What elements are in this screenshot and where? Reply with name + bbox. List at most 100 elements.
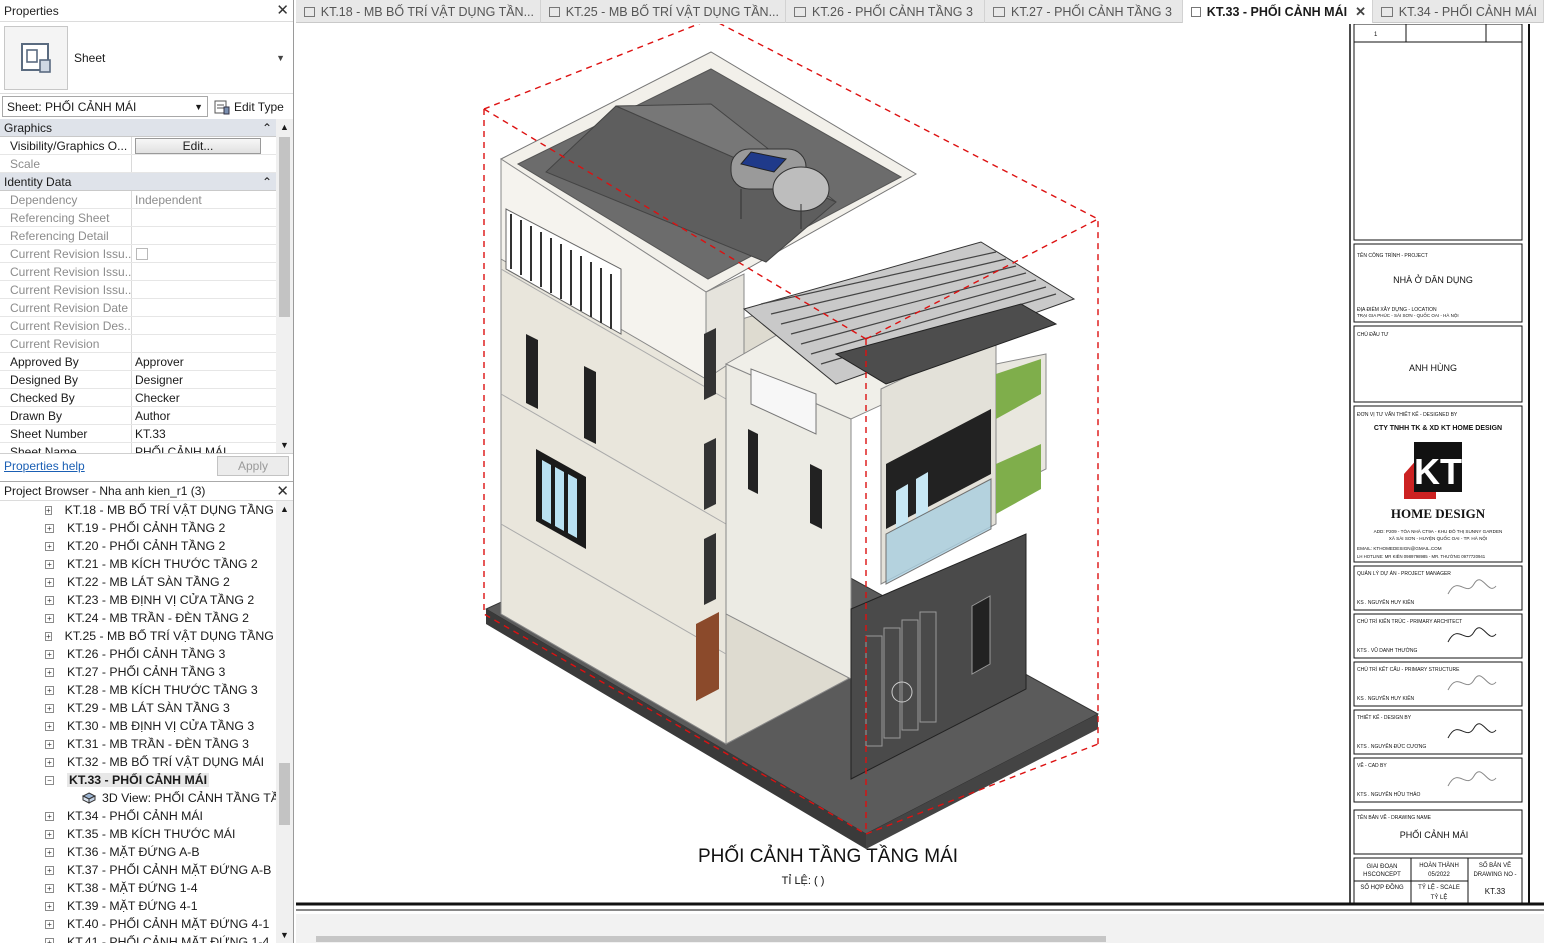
chevron-down-icon[interactable]: ▼ (276, 53, 285, 63)
expand-node-icon[interactable]: + (45, 739, 54, 749)
expand-node-icon[interactable]: + (45, 541, 54, 551)
expand-node-icon[interactable]: + (45, 595, 54, 605)
property-row[interactable]: Checked By Checker (0, 389, 276, 407)
property-value[interactable]: PHỐI CẢNH MÁI (132, 443, 276, 453)
expand-node-icon[interactable]: + (45, 721, 54, 731)
close-browser-icon[interactable]: ✕ (276, 484, 289, 499)
view-tab[interactable]: KT.26 - PHỐI CẢNH TẦNG 3 (786, 0, 985, 23)
view-tab[interactable]: KT.33 - PHỐI CẢNH MÁI ✕ (1183, 0, 1373, 23)
browser-sheet-item[interactable]: + KT.35 - MB KÍCH THƯỚC MÁI (0, 825, 276, 843)
view-tab[interactable]: KT.25 - MB BỐ TRÍ VẬT DỤNG TẦN... (541, 0, 786, 23)
browser-sheet-item[interactable]: + KT.25 - MB BỐ TRÍ VẬT DỤNG TẦNG 3 (0, 627, 276, 645)
browser-sheet-item[interactable]: + KT.34 - PHỐI CẢNH MÁI (0, 807, 276, 825)
drawing-canvas[interactable]: PHỐI CẢNH TẦNG TẦNG MÁI TỈ LỆ: ( ) 1 TÊN… (296, 24, 1544, 943)
property-row[interactable]: Current Revision Issu... (0, 245, 276, 263)
revision-checkbox[interactable] (136, 248, 148, 260)
property-row[interactable]: Designed By Designer (0, 371, 276, 389)
expand-node-icon[interactable]: + (45, 919, 54, 929)
view-tab[interactable]: KT.27 - PHỐI CẢNH TẦNG 3 (985, 0, 1183, 23)
scroll-down-icon[interactable]: ▼ (276, 437, 293, 453)
browser-sheet-item[interactable]: + KT.40 - PHỐI CẢNH MẶT ĐỨNG 4-1 (0, 915, 276, 933)
property-row[interactable]: Dependency Independent (0, 191, 276, 209)
browser-sheet-item[interactable]: + KT.41 - PHỐI CẢNH MẶT ĐỨNG 1-4 (0, 933, 276, 943)
browser-sheet-item[interactable]: + KT.29 - MB LÁT SÀN TẦNG 3 (0, 699, 276, 717)
browser-sheet-item[interactable]: + KT.23 - MB ĐỊNH VỊ CỬA TẦNG 2 (0, 591, 276, 609)
expand-node-icon[interactable]: + (45, 613, 54, 623)
instance-filter-dropdown[interactable]: Sheet: PHỐI CẢNH MÁI ▼ (2, 96, 208, 117)
properties-scrollbar[interactable]: ▲ ▼ (276, 119, 293, 453)
property-value[interactable] (132, 263, 276, 280)
property-row[interactable]: Current Revision Des... (0, 317, 276, 335)
property-row[interactable]: Current Revision Date (0, 299, 276, 317)
type-selector[interactable]: Sheet ▼ (0, 22, 293, 94)
property-value[interactable] (132, 335, 276, 352)
edit-type-button[interactable]: Edit Type (214, 99, 284, 115)
expand-node-icon[interactable]: + (45, 523, 54, 533)
browser-sheet-item[interactable]: + KT.28 - MB KÍCH THƯỚC TẦNG 3 (0, 681, 276, 699)
scroll-up-icon[interactable]: ▲ (276, 501, 293, 517)
browser-sheet-item[interactable]: + KT.39 - MẶT ĐỨNG 4-1 (0, 897, 276, 915)
browser-sheet-item[interactable]: + KT.32 - MB BỐ TRÍ VẬT DỤNG MÁI (0, 753, 276, 771)
property-value[interactable]: Designer (132, 371, 276, 388)
property-value[interactable]: Author (132, 407, 276, 424)
collapse-icon[interactable]: ⌃ (262, 121, 272, 135)
expand-node-icon[interactable]: + (45, 811, 54, 821)
expand-node-icon[interactable]: + (45, 559, 54, 569)
property-value[interactable] (132, 227, 276, 244)
expand-node-icon[interactable]: + (45, 937, 54, 943)
view-tab[interactable]: KT.34 - PHỐI CẢNH MÁI (1373, 0, 1544, 23)
property-value[interactable] (132, 209, 276, 226)
browser-sheet-item[interactable]: + KT.26 - PHỐI CẢNH TẦNG 3 (0, 645, 276, 663)
scroll-up-icon[interactable]: ▲ (276, 119, 293, 135)
browser-sheet-item[interactable]: + KT.36 - MẶT ĐỨNG A-B (0, 843, 276, 861)
scroll-down-icon[interactable]: ▼ (276, 927, 293, 943)
property-row[interactable]: Sheet Number KT.33 (0, 425, 276, 443)
property-value[interactable]: Checker (132, 389, 276, 406)
property-value[interactable]: Independent (132, 191, 276, 208)
expand-node-icon[interactable]: + (45, 505, 52, 515)
expand-node-icon[interactable]: + (45, 865, 54, 875)
expand-node-icon[interactable]: + (45, 631, 52, 641)
property-value[interactable]: KT.33 (132, 425, 276, 442)
section-identity-data[interactable]: Identity Data ⌃ (0, 173, 276, 191)
collapse-node-icon[interactable]: − (45, 775, 54, 785)
property-value[interactable] (132, 155, 276, 172)
visibility-edit-button[interactable]: Edit... (135, 138, 261, 154)
property-row[interactable]: Current Revision Issu... (0, 281, 276, 299)
close-tab-icon[interactable]: ✕ (1355, 4, 1366, 20)
property-value[interactable] (132, 317, 276, 334)
browser-sheet-item[interactable]: + KT.30 - MB ĐỊNH VỊ CỬA TẦNG 3 (0, 717, 276, 735)
scroll-thumb[interactable] (279, 137, 290, 317)
property-value[interactable] (132, 299, 276, 316)
expand-node-icon[interactable]: + (45, 577, 54, 587)
apply-button[interactable]: Apply (217, 455, 289, 476)
h-scroll-thumb[interactable] (316, 936, 1106, 942)
property-value[interactable]: Approver (132, 353, 276, 370)
property-row[interactable]: Sheet Name PHỐI CẢNH MÁI (0, 443, 276, 453)
browser-view-item[interactable]: 3D View: PHỐI CẢNH TẦNG TẦN (0, 789, 276, 807)
expand-node-icon[interactable]: + (45, 685, 54, 695)
browser-sheet-item[interactable]: + KT.38 - MẶT ĐỨNG 1-4 (0, 879, 276, 897)
property-row[interactable]: Referencing Sheet (0, 209, 276, 227)
expand-node-icon[interactable]: + (45, 829, 54, 839)
scroll-thumb[interactable] (279, 763, 290, 825)
expand-node-icon[interactable]: + (45, 757, 54, 767)
property-row[interactable]: Referencing Detail (0, 227, 276, 245)
browser-sheet-item[interactable]: + KT.27 - PHỐI CẢNH TẦNG 3 (0, 663, 276, 681)
browser-sheet-item[interactable]: + KT.21 - MB KÍCH THƯỚC TẦNG 2 (0, 555, 276, 573)
property-row[interactable]: Current Revision (0, 335, 276, 353)
properties-help-link[interactable]: Properties help (4, 459, 85, 473)
collapse-icon[interactable]: ⌃ (262, 175, 272, 189)
expand-node-icon[interactable]: + (45, 847, 54, 857)
property-row[interactable]: Current Revision Issu... (0, 263, 276, 281)
view-tab[interactable]: KT.18 - MB BỐ TRÍ VẬT DỤNG TẦN... (296, 0, 541, 23)
browser-scrollbar[interactable]: ▲ ▼ (276, 501, 293, 943)
browser-sheet-item[interactable]: + KT.24 - MB TRẦN - ĐÈN TẦNG 2 (0, 609, 276, 627)
property-value[interactable] (132, 245, 276, 262)
expand-node-icon[interactable]: + (45, 901, 54, 911)
property-row[interactable]: Approved By Approver (0, 353, 276, 371)
close-properties-icon[interactable]: ✕ (276, 3, 289, 18)
browser-sheet-item[interactable]: + KT.37 - PHỐI CẢNH MẶT ĐỨNG A-B (0, 861, 276, 879)
browser-sheet-item[interactable]: + KT.31 - MB TRẦN - ĐÈN TẦNG 3 (0, 735, 276, 753)
browser-sheet-item[interactable]: − KT.33 - PHỐI CẢNH MÁI (0, 771, 276, 789)
